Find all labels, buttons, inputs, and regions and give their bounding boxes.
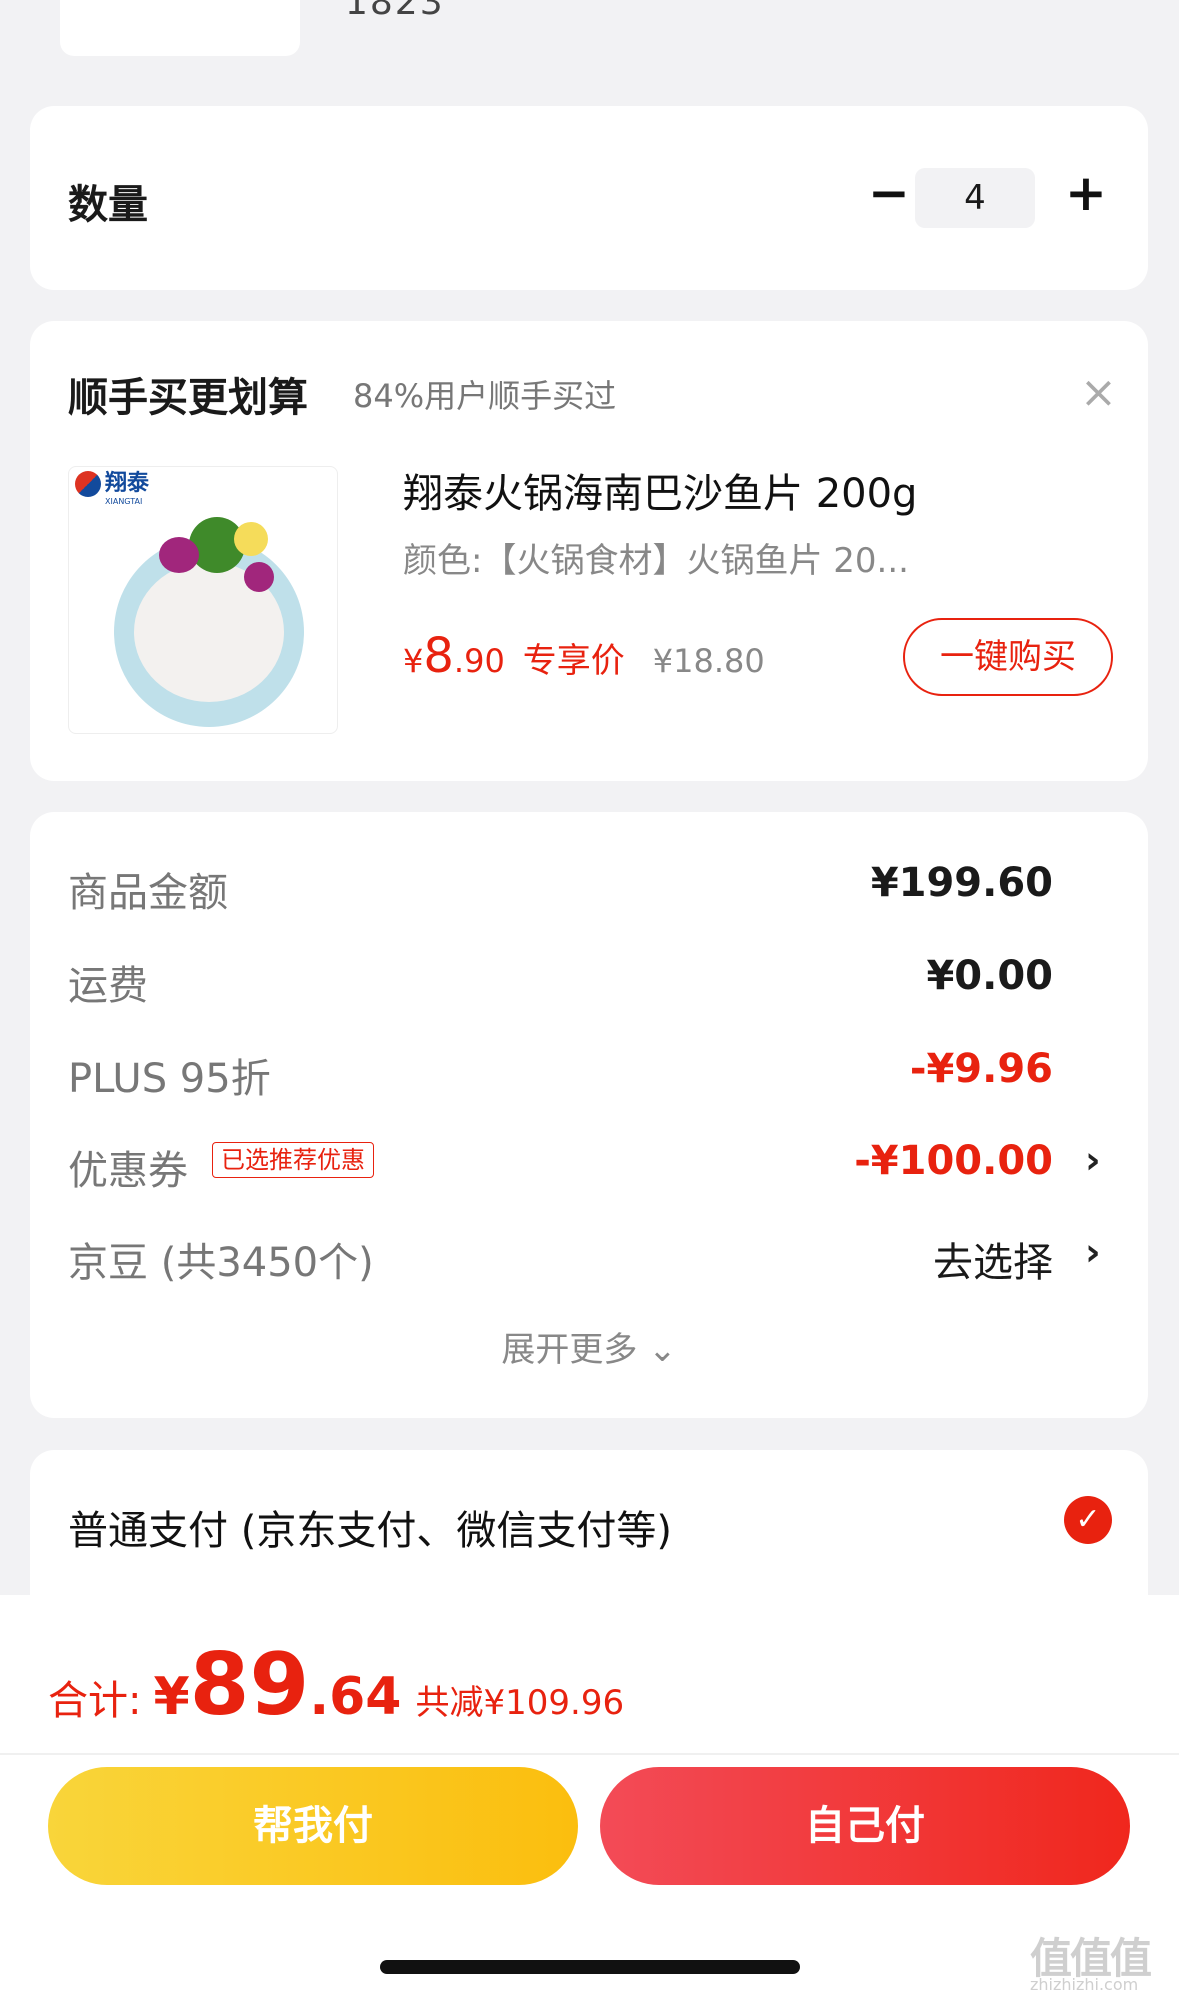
goods-amount-value: ¥199.60 — [870, 860, 1053, 906]
divider — [0, 1753, 1179, 1755]
addon-subtitle: 84%用户顺手买过 — [353, 377, 617, 415]
quantity-input[interactable]: 4 — [915, 168, 1035, 228]
addon-price-currency: ¥ — [403, 642, 424, 680]
total-currency: ¥ — [153, 1667, 190, 1727]
addon-product-spec: 颜色:【火锅食材】火锅鱼片 20... — [403, 541, 909, 581]
chevron-right-icon[interactable]: › — [1085, 1138, 1101, 1182]
plus-discount-label: PLUS 95折 — [68, 1056, 271, 1102]
addon-price-decimal: .90 — [453, 642, 505, 680]
brand-logo: 翔泰 XIANGTAI — [75, 471, 149, 506]
expand-more-button[interactable]: 展开更多 ⌄ — [30, 1322, 1148, 1371]
coupon-recommend-tag: 已选推荐优惠 — [212, 1142, 374, 1178]
quantity-minus-button[interactable]: − — [862, 168, 916, 222]
quantity-label: 数量 — [68, 182, 148, 228]
goods-amount-label: 商品金额 — [68, 870, 228, 916]
help-me-pay-button[interactable]: 帮我付 — [48, 1767, 578, 1885]
addon-recommend-card: 顺手买更划算 84%用户顺手买过 × 翔泰 XIANGTAI 翔泰火锅海南巴沙鱼… — [30, 321, 1148, 781]
bottom-checkout-bar: 合计: ¥ 89 .64 共减¥109.96 帮我付 自己付 值值值 zhizh… — [0, 1595, 1179, 2008]
pay-myself-button[interactable]: 自己付 — [600, 1767, 1130, 1885]
addon-price-integer: 8 — [423, 628, 454, 684]
addon-product-name[interactable]: 翔泰火锅海南巴沙鱼片 200g — [403, 461, 917, 519]
jingdou-label[interactable]: 京豆 (共3450个) — [68, 1230, 374, 1288]
addon-original-price: ¥18.80 — [652, 642, 765, 680]
total-integer: 89 — [189, 1635, 310, 1735]
plus-discount-value: -¥9.96 — [909, 1046, 1053, 1092]
coupon-value[interactable]: -¥100.00 — [854, 1138, 1053, 1184]
watermark-url: zhizhizhi.com — [1030, 1975, 1139, 1994]
one-click-buy-button[interactable]: 一键购买 — [903, 618, 1113, 696]
shipping-value: ¥0.00 — [926, 953, 1053, 999]
chevron-right-icon[interactable]: › — [1085, 1230, 1101, 1274]
jingdou-select[interactable]: 去选择 — [933, 1230, 1053, 1288]
addon-price: ¥ 8 .90 专享价 ¥18.80 — [403, 628, 765, 684]
top-product-code: 1823 — [345, 0, 445, 23]
home-indicator[interactable] — [380, 1960, 800, 1974]
total-label: 合计: — [48, 1678, 142, 1724]
total-price: 合计: ¥ 89 .64 共减¥109.96 — [48, 1635, 624, 1735]
addon-price-tag: 专享价 — [522, 641, 625, 681]
quantity-card: 数量 − 4 + — [30, 106, 1148, 290]
close-icon[interactable]: × — [1080, 371, 1117, 415]
addon-product-image[interactable]: 翔泰 XIANGTAI — [68, 466, 338, 734]
check-icon[interactable]: ✓ — [1064, 1496, 1112, 1544]
top-product-thumbnail — [60, 0, 300, 56]
price-summary-card: 商品金额 ¥199.60 运费 ¥0.00 PLUS 95折 -¥9.96 优惠… — [30, 812, 1148, 1418]
total-decimal: .64 — [309, 1667, 402, 1727]
coupon-label[interactable]: 优惠券 — [68, 1138, 188, 1196]
addon-title: 顺手买更划算 — [68, 375, 308, 421]
total-saved: 共减¥109.96 — [415, 1683, 625, 1723]
quantity-plus-button[interactable]: + — [1058, 166, 1114, 222]
payment-method-label[interactable]: 普通支付 (京东支付、微信支付等) — [68, 1498, 672, 1556]
shipping-label: 运费 — [68, 963, 148, 1009]
